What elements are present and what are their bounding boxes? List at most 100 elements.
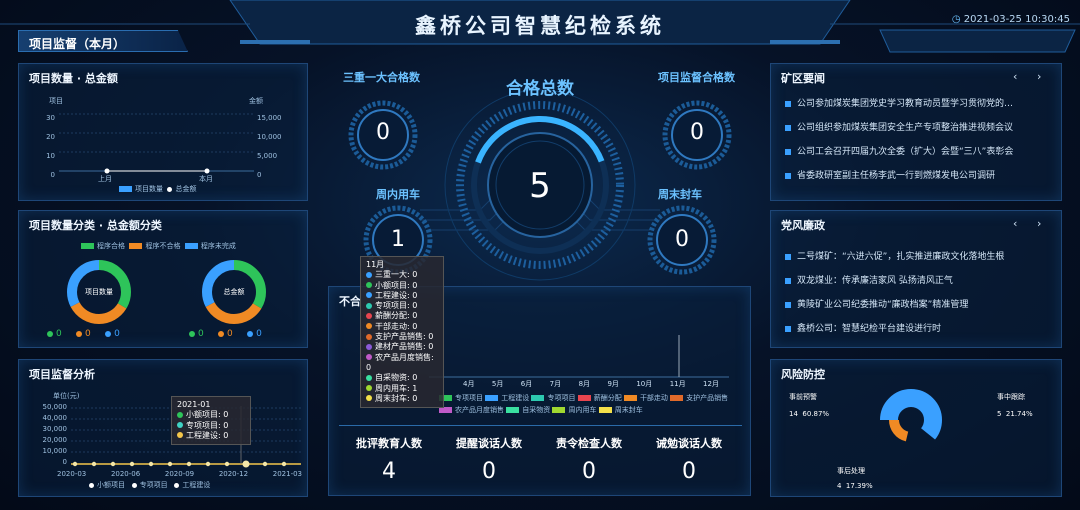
prev-arrow-icon[interactable]: ‹	[1013, 70, 1017, 83]
legend-item: 工程建设	[501, 394, 530, 402]
legend-item: 支护产品销售	[686, 394, 729, 402]
top-left-value: 0	[376, 120, 390, 145]
legend-count: 项目数量	[135, 185, 163, 193]
unit-label: 单位(元)	[53, 392, 80, 400]
x-label: 12月	[703, 380, 719, 388]
news-item[interactable]: 公司组织参加煤炭集团安全生产专项整治推进视频会议	[785, 120, 1013, 133]
post-values: 4 17.39%	[837, 482, 873, 490]
legend-incomplete: 程序未完成	[200, 242, 236, 250]
tooltip-row: 小额项目: 0	[186, 410, 229, 420]
legend-item: 农产品月度销售	[455, 406, 504, 414]
tooltip-row: 农产品月度销售: 0	[366, 352, 434, 372]
total-value: 5	[529, 166, 551, 206]
next-arrow-icon[interactable]: ›	[1037, 217, 1041, 230]
tooltip-title: 2021-01	[177, 400, 211, 409]
tooltip-row: 小额项目: 0	[375, 280, 418, 290]
x-label: 2020-03	[57, 470, 87, 478]
y2-tick: 15,000	[257, 114, 282, 122]
bottom-left-value: 1	[391, 227, 405, 252]
tooltip-row: 支护产品销售: 0	[375, 332, 434, 342]
tooltip-row: 建材产品销售: 0	[375, 342, 434, 352]
value: 0	[256, 329, 262, 339]
value: 0	[85, 329, 91, 339]
category-panel-title: 项目数量分类 · 总金额分类	[29, 219, 162, 232]
y-tick: 40,000	[42, 414, 68, 422]
legend-item: 专项项目	[547, 394, 576, 402]
legend-engineering: 工程建设	[182, 481, 211, 489]
post-pct: 17.39%	[845, 482, 873, 490]
divider	[339, 425, 742, 426]
next-arrow-icon[interactable]: ›	[1037, 70, 1041, 83]
count-panel-title: 项目数量 · 总金额	[29, 72, 118, 85]
y-tick: 10	[46, 152, 55, 160]
post-count: 4	[837, 482, 842, 490]
legend-item: 周末封车	[614, 406, 643, 414]
news-item[interactable]: 公司工会召开四届九次全委（扩大）会暨“三八”表彰会	[785, 144, 1013, 157]
y2-tick: 10,000	[257, 133, 282, 141]
news-panel-title: 矿区要闻	[781, 72, 825, 85]
post-label: 事后处理	[837, 467, 865, 475]
tooltip-row: 三重一大: 0	[375, 270, 418, 280]
news-item[interactable]: 二号煤矿：“六进六促”，扎实推进廉政文化落地生根	[785, 249, 1004, 262]
stat-label: 提醒谈话人数	[456, 437, 522, 450]
module-tab[interactable]: 项目监督（本月）	[18, 30, 188, 52]
legend-row-1: 专项项目 工程建设 专项项目 薪酬分配 干部走动 支护产品销售	[439, 393, 728, 403]
stat-value: 0	[582, 459, 596, 484]
donut-count-values: 0 0 0	[47, 329, 120, 339]
news-item[interactable]: 省委政研室副主任杨李武一行到燃煤发电公司调研	[785, 168, 995, 181]
tooltip-row: 工程建设: 0	[186, 430, 229, 440]
pre-label: 事前预警	[789, 393, 817, 401]
right-axis-title: 金额	[249, 97, 263, 105]
mid-pct: 21.74%	[1005, 410, 1033, 418]
legend-item: 干部走动	[639, 394, 668, 402]
y2-tick: 0	[257, 171, 262, 179]
legend: 小额项目 专项项目 工程建设	[89, 480, 210, 490]
x-label: 本月	[199, 175, 213, 183]
news-panel: 矿区要闻 ‹ › 公司参加煤炭集团党史学习教育动员暨学习贯彻党的… 公司组织参加…	[770, 63, 1062, 201]
value: 0	[56, 329, 62, 339]
stat-label: 批评教育人数	[356, 437, 422, 450]
y2-tick: 5,000	[257, 152, 278, 160]
donut-amount-values: 0 0 0	[189, 329, 262, 339]
pre-pct: 60.87%	[802, 410, 830, 418]
prev-arrow-icon[interactable]: ‹	[1013, 217, 1017, 230]
pre-count: 14	[789, 410, 798, 418]
legend-item: 薪酬分配	[593, 394, 622, 402]
y-tick: 0	[62, 458, 67, 466]
legend-unqualified: 程序不合格	[145, 242, 181, 250]
tooltip-row: 工程建设: 0	[375, 290, 418, 300]
stat-label: 责令检查人数	[556, 437, 622, 450]
stat-value: 4	[382, 459, 396, 484]
clock-icon: ◷	[951, 14, 961, 25]
news-item[interactable]: 公司参加煤炭集团党史学习教育动员暨学习贯彻党的…	[785, 96, 1013, 109]
tooltip-title: 11月	[366, 260, 385, 269]
tooltip-row: 薪酬分配: 0	[375, 311, 418, 321]
x-label: 8月	[578, 380, 591, 388]
donut-amount-label: 总金额	[223, 288, 245, 296]
news-item[interactable]: 黄陵矿业公司纪委推动“廉政档案”精准管理	[785, 297, 968, 310]
legend-item: 周内用车	[568, 406, 597, 414]
pre-values: 14 60.87%	[789, 410, 829, 418]
legend-special: 专项项目	[139, 481, 168, 489]
x-label: 10月	[636, 380, 653, 388]
mid-values: 5 21.74%	[997, 410, 1033, 418]
analysis-tooltip: 2021-01 小额项目: 0 专项项目: 0 工程建设: 0	[171, 396, 251, 446]
bottom-left-label: 周内用车	[376, 188, 420, 201]
value: 0	[114, 329, 120, 339]
tooltip-row: 自采物资: 0	[375, 373, 418, 383]
mid-label: 事中跟踪	[997, 393, 1025, 401]
legend-small: 小额项目	[97, 481, 125, 489]
y-tick: 20,000	[42, 436, 68, 444]
donut-count-label: 项目数量	[85, 288, 113, 296]
legend-amount: 总金额	[175, 185, 197, 193]
news-item[interactable]: 鑫桥公司：智慧纪检平台建设进行时	[785, 321, 941, 334]
tooltip-row: 干部走动: 0	[375, 321, 418, 331]
risk-pie	[880, 389, 942, 451]
legend-item: 专项项目	[455, 394, 483, 402]
news-item[interactable]: 双龙煤业：传承廉洁家风 弘扬清风正气	[785, 273, 953, 286]
value: 0	[227, 329, 233, 339]
unqualified-tooltip: 11月 三重一大: 0 小额项目: 0 工程建设: 0 专项项目: 0 薪酬分配…	[360, 256, 444, 409]
point-last-month	[104, 168, 110, 174]
point-this-month	[204, 168, 210, 174]
x-label: 4月	[463, 380, 475, 388]
